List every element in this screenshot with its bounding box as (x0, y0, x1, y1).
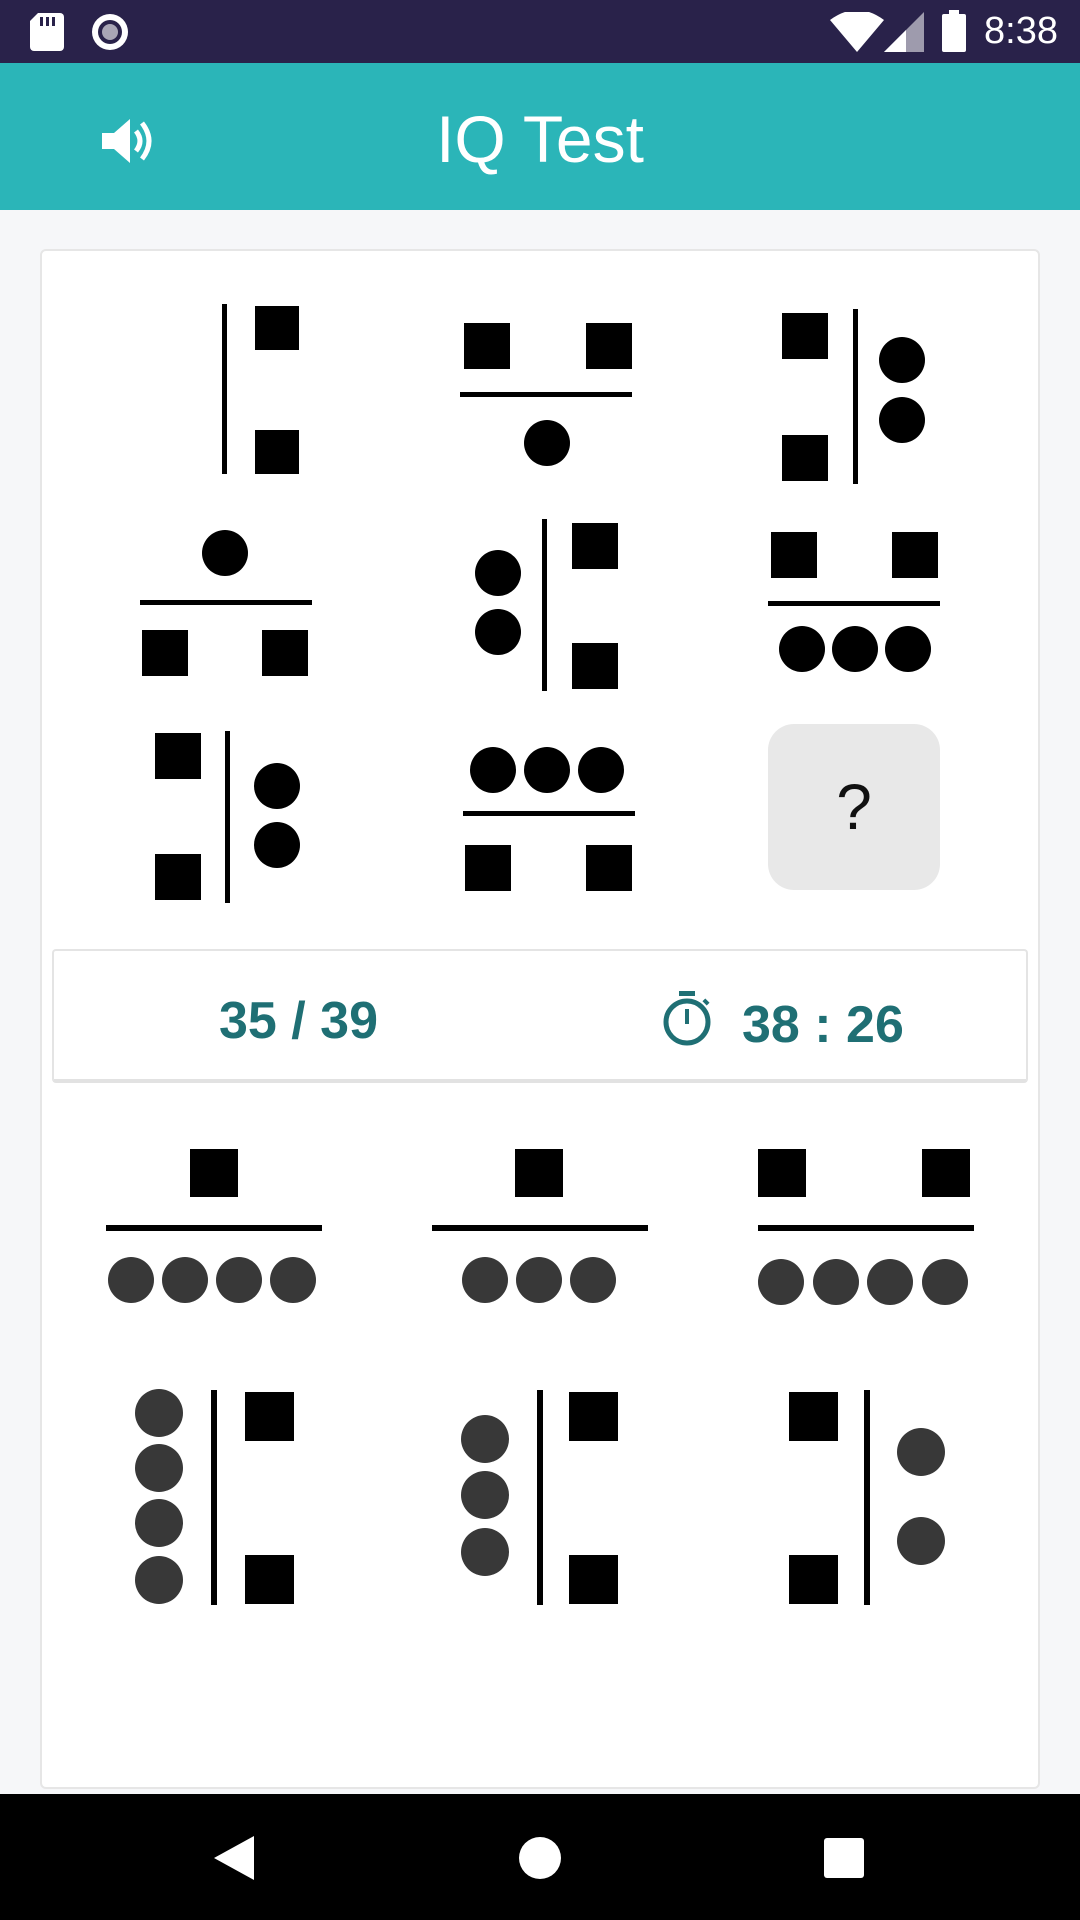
puzzle-cell-5 (470, 515, 630, 695)
wifi-icon (830, 12, 884, 52)
info-bar: 35 / 39 38 : 26 (52, 949, 1028, 1083)
navigation-bar (0, 1794, 1080, 1920)
page-title: IQ Test (436, 102, 644, 176)
question-progress: 35 / 39 (219, 992, 379, 1050)
battery-icon (942, 10, 966, 52)
answer-option-5[interactable] (458, 1385, 628, 1610)
answer-option-4[interactable] (130, 1385, 300, 1610)
back-icon[interactable] (210, 1834, 256, 1882)
app-bar: IQ Test (0, 63, 1080, 210)
home-icon[interactable] (518, 1836, 562, 1880)
puzzle-cell-7 (150, 728, 310, 908)
puzzle-cell-3 (780, 305, 930, 485)
recents-icon[interactable] (824, 1838, 864, 1878)
puzzle-cell-6 (766, 530, 941, 675)
timer-value: 38 : 26 (742, 996, 904, 1054)
puzzle-cell-4 (138, 525, 313, 680)
record-icon (92, 14, 128, 50)
signal-icon (884, 12, 924, 52)
answer-option-1[interactable] (104, 1145, 324, 1305)
puzzle-cell-8 (460, 745, 640, 895)
answer-option-2[interactable] (430, 1145, 650, 1305)
answer-option-6[interactable] (785, 1385, 955, 1610)
missing-cell-label: ? (836, 771, 872, 843)
sd-card-icon (30, 13, 64, 51)
puzzle-cell-2 (460, 315, 635, 470)
puzzle-cell-1 (210, 300, 310, 480)
status-time: 8:38 (984, 10, 1058, 52)
status-bar: 8:38 (0, 0, 1080, 63)
stopwatch-icon (663, 991, 711, 1046)
answer-option-3[interactable] (756, 1145, 976, 1310)
missing-cell[interactable]: ? (768, 724, 940, 890)
